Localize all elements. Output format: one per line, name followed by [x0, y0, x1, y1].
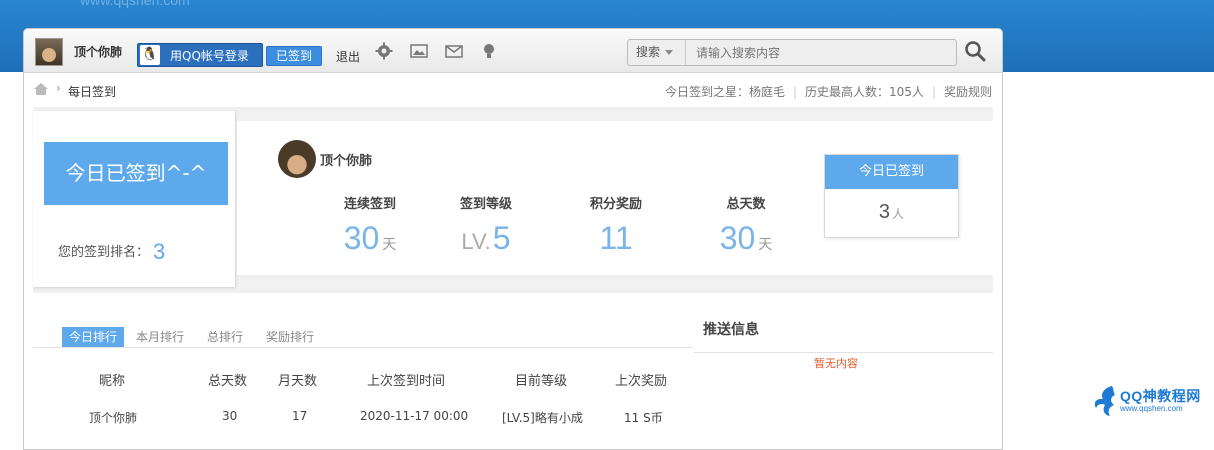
signed-button[interactable]: 已签到 [266, 46, 322, 66]
col-nickname: 昵称 [99, 374, 126, 389]
stat-label: 总天数 [726, 197, 766, 212]
stat-value: 30 天 [315, 220, 425, 262]
stat-number: 5 [492, 220, 511, 256]
sign-page-container: 顶个你肺 🐧 用QQ帐号登录 已签到 退出 搜索 请输入搜索内容 › 每日签到 … [23, 28, 1003, 450]
stat-label: 签到等级 [459, 197, 512, 212]
cell-total-days: 30 [222, 409, 238, 423]
stat-value: 11 [561, 220, 671, 256]
site-url: www.qqshen.com [80, 0, 190, 8]
stat-unit: 天 [758, 236, 773, 252]
cell-last-reward: 11 S币 [624, 411, 663, 425]
search-type-label: 搜索 [636, 45, 661, 59]
col-month-days: 月天数 [278, 374, 318, 389]
search-type-select[interactable]: 搜索 [628, 40, 686, 65]
push-title: 推送信息 [703, 322, 759, 338]
breadcrumb: › 每日签到 今日签到之星：杨庭毛 | 历史最高人数：105人 | 奖励规则 [24, 73, 1002, 105]
rules-link[interactable]: 奖励规则 [944, 85, 992, 99]
cell-month-days: 17 [292, 409, 308, 423]
dragon-logo-icon [1094, 386, 1115, 416]
stat-level: 签到等级 LV.5 [431, 193, 541, 260]
today-card-value: 3人 [825, 201, 958, 224]
stat-value: LV.5 [431, 220, 541, 260]
stat-number: 30 [719, 220, 756, 256]
today-unit: 人 [892, 207, 905, 221]
chevron-down-icon [665, 50, 674, 55]
sign-in-button[interactable]: 今日已签到^-^ [44, 142, 228, 205]
search-box: 搜索 [627, 39, 957, 66]
stat-unit: 天 [382, 236, 397, 252]
rank-value: 3 [153, 239, 166, 264]
breadcrumb-info: 今日签到之星：杨庭毛 | 历史最高人数：105人 | 奖励规则 [664, 85, 992, 99]
mail-icon[interactable] [445, 42, 463, 60]
tab-reward[interactable]: 奖励排行 [266, 327, 314, 347]
highest-count: 历史最高人数：105人 [805, 85, 924, 99]
push-empty: 暂无内容 [814, 357, 858, 370]
stat-value: 30 天 [691, 220, 801, 262]
breadcrumb-current: 每日签到 [68, 85, 117, 99]
profile-username[interactable]: 顶个你肺 [320, 150, 372, 169]
star-of-day: 今日签到之星：杨庭毛 [664, 85, 785, 99]
rank-display: 您的签到排名： 3 [58, 239, 165, 265]
cell-nickname[interactable]: 顶个你肺 [89, 409, 137, 426]
rank-label: 您的签到排名： [58, 245, 150, 260]
search-icon[interactable] [963, 39, 987, 63]
stat-points: 积分奖励 11 [561, 193, 671, 256]
toolbar-username[interactable]: 顶个你肺 [74, 43, 122, 60]
image-icon[interactable] [410, 42, 428, 60]
top-toolbar: 顶个你肺 🐧 用QQ帐号登录 已签到 退出 搜索 [24, 29, 1002, 73]
tabs-divider [33, 347, 693, 348]
stat-streak: 连续签到 30 天 [315, 193, 425, 262]
qq-login-label: 用QQ帐号登录 [170, 49, 249, 63]
col-level: 目前等级 [515, 374, 568, 389]
chevron-right-icon: › [56, 81, 61, 95]
stat-label: 连续签到 [343, 197, 396, 212]
qq-login-button[interactable]: 🐧 用QQ帐号登录 [137, 43, 263, 67]
tab-today[interactable]: 今日排行 [62, 327, 125, 347]
bulb-icon[interactable] [480, 42, 498, 60]
stat-total-days: 总天数 30 天 [691, 193, 801, 262]
home-icon[interactable] [34, 83, 48, 95]
stat-prefix: LV. [461, 229, 491, 254]
stat-label: 积分奖励 [589, 197, 642, 212]
col-last-sign-time: 上次签到时间 [367, 374, 446, 389]
profile-avatar[interactable] [278, 140, 316, 178]
logout-link[interactable]: 退出 [336, 48, 360, 65]
search-input[interactable] [690, 40, 952, 65]
watermark: QQ神教程网 www.qqshen.com [1088, 383, 1208, 419]
col-total-days: 总天数 [208, 374, 248, 389]
today-card-title: 今日已签到 [825, 155, 958, 189]
today-count: 3 [878, 201, 891, 223]
stat-number: 30 [343, 220, 380, 256]
gear-icon[interactable] [375, 42, 393, 60]
watermark-url: www.qqshen.com [1120, 404, 1183, 413]
push-divider [693, 352, 993, 353]
cell-last-sign-time: 2020-11-17 00:00 [360, 409, 469, 423]
cell-level: [LV.5]略有小成 [502, 411, 583, 425]
stat-number: 11 [599, 220, 633, 256]
watermark-title: QQ神教程网 [1120, 388, 1201, 404]
col-last-reward: 上次奖励 [615, 374, 668, 389]
today-count-card: 今日已签到 3人 [824, 154, 959, 238]
avatar[interactable] [35, 38, 63, 66]
qq-penguin-icon: 🐧 [140, 45, 160, 65]
tab-total[interactable]: 总排行 [207, 327, 243, 347]
tab-month[interactable]: 本月排行 [136, 327, 184, 347]
